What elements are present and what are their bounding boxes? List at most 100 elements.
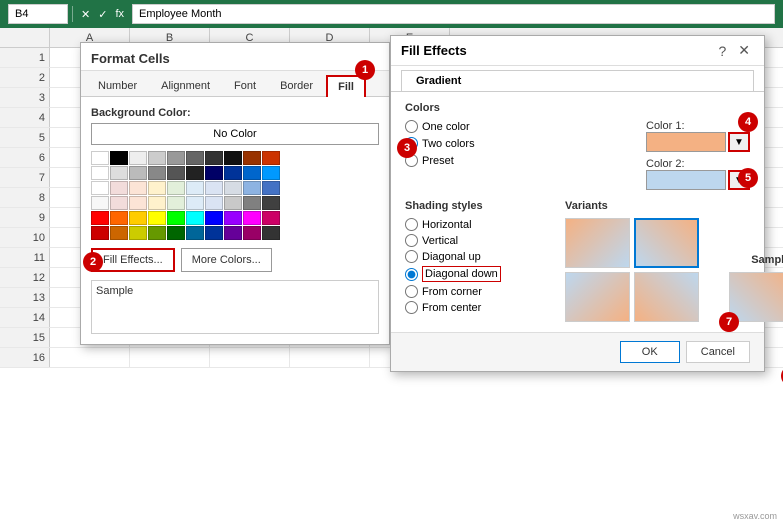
color-swatch[interactable] <box>243 181 261 195</box>
color-swatch[interactable] <box>243 226 261 240</box>
color-swatch[interactable] <box>186 166 204 180</box>
color-swatch[interactable] <box>243 166 261 180</box>
color-swatch[interactable] <box>129 181 147 195</box>
fill-effects-button[interactable]: Fill Effects... <box>91 248 175 272</box>
color-swatch[interactable] <box>110 211 128 225</box>
from-center-radio[interactable] <box>405 301 418 314</box>
color-swatch[interactable] <box>148 166 166 180</box>
one-color-radio[interactable] <box>405 120 418 133</box>
color-swatch[interactable] <box>148 211 166 225</box>
color-swatch[interactable] <box>205 226 223 240</box>
one-color-option[interactable]: One color <box>405 120 475 133</box>
color-swatch[interactable] <box>262 166 280 180</box>
color-swatch[interactable] <box>167 166 185 180</box>
diagonal-up-radio[interactable] <box>405 250 418 263</box>
close-button[interactable]: ✕ <box>734 42 754 59</box>
color-swatch[interactable] <box>205 181 223 195</box>
diagonal-down-radio[interactable] <box>405 268 418 281</box>
color-swatch[interactable] <box>167 196 185 210</box>
color-swatch[interactable] <box>167 226 185 240</box>
color-swatch[interactable] <box>91 166 109 180</box>
color-swatch[interactable] <box>91 226 109 240</box>
color-swatch[interactable] <box>186 151 204 165</box>
color-swatch[interactable] <box>148 226 166 240</box>
from-center-option[interactable]: From center <box>405 301 545 314</box>
cancel-dialog-button[interactable]: Cancel <box>686 341 750 363</box>
diagonal-up-option[interactable]: Diagonal up <box>405 250 545 263</box>
color-swatch[interactable] <box>110 181 128 195</box>
color-swatch[interactable] <box>224 226 242 240</box>
color-swatch[interactable] <box>224 151 242 165</box>
confirm-button[interactable]: ✓ <box>94 6 111 23</box>
color-swatch[interactable] <box>91 181 109 195</box>
color-swatch[interactable] <box>262 151 280 165</box>
color-swatch[interactable] <box>224 166 242 180</box>
color-swatch[interactable] <box>129 166 147 180</box>
color-swatch[interactable] <box>243 211 261 225</box>
color-swatch[interactable] <box>91 151 109 165</box>
tab-alignment[interactable]: Alignment <box>150 75 221 96</box>
color-swatch[interactable] <box>243 151 261 165</box>
horizontal-radio[interactable] <box>405 218 418 231</box>
color1-dropdown-button[interactable]: ▼ <box>728 132 750 152</box>
color-swatch[interactable] <box>148 181 166 195</box>
color-swatch[interactable] <box>91 211 109 225</box>
cancel-button[interactable]: ✕ <box>77 6 94 23</box>
color-swatch[interactable] <box>167 181 185 195</box>
color-swatch[interactable] <box>167 211 185 225</box>
color-swatch[interactable] <box>205 151 223 165</box>
variant-2[interactable] <box>634 218 699 268</box>
color-swatch[interactable] <box>224 211 242 225</box>
color-swatch[interactable] <box>110 196 128 210</box>
color-swatch[interactable] <box>110 166 128 180</box>
variant-3[interactable] <box>565 272 630 322</box>
color-swatch[interactable] <box>186 181 204 195</box>
cell-reference-box[interactable] <box>8 4 68 24</box>
color-swatch[interactable] <box>186 196 204 210</box>
color-swatch[interactable] <box>262 181 280 195</box>
color-swatch[interactable] <box>129 211 147 225</box>
more-colors-button[interactable]: More Colors... <box>181 248 272 272</box>
color-swatch[interactable] <box>262 196 280 210</box>
preset-option[interactable]: Preset <box>405 154 475 167</box>
color-swatch[interactable] <box>167 151 185 165</box>
color-swatch[interactable] <box>205 166 223 180</box>
color-swatch[interactable] <box>148 196 166 210</box>
tab-font[interactable]: Font <box>223 75 267 96</box>
from-center-label: From center <box>422 302 481 314</box>
color-swatch[interactable] <box>224 181 242 195</box>
color-swatch[interactable] <box>262 226 280 240</box>
formula-bar[interactable] <box>132 4 775 24</box>
color-swatch[interactable] <box>205 211 223 225</box>
format-cells-tabs[interactable]: Number Alignment Font Border Fill <box>81 71 389 97</box>
horizontal-option[interactable]: Horizontal <box>405 218 545 231</box>
color-swatch[interactable] <box>186 211 204 225</box>
tab-border[interactable]: Border <box>269 75 324 96</box>
color-swatch[interactable] <box>186 226 204 240</box>
color-swatch[interactable] <box>224 196 242 210</box>
vertical-option[interactable]: Vertical <box>405 234 545 247</box>
vertical-radio[interactable] <box>405 234 418 247</box>
color-swatch[interactable] <box>129 196 147 210</box>
color2-control: ▼ <box>646 170 750 190</box>
variant-1[interactable] <box>565 218 630 268</box>
no-color-button[interactable]: No Color <box>91 123 379 145</box>
from-corner-option[interactable]: From corner <box>405 285 545 298</box>
color-swatch[interactable] <box>205 196 223 210</box>
color-swatch[interactable] <box>110 151 128 165</box>
tab-number[interactable]: Number <box>87 75 148 96</box>
color-swatch[interactable] <box>262 211 280 225</box>
color-swatch[interactable] <box>243 196 261 210</box>
ok-button[interactable]: OK <box>620 341 680 363</box>
variant-4[interactable] <box>634 272 699 322</box>
color-swatch[interactable] <box>110 226 128 240</box>
tab-gradient[interactable]: Gradient <box>401 70 754 91</box>
diagonal-down-option[interactable]: Diagonal down <box>405 266 545 282</box>
color-swatch[interactable] <box>148 151 166 165</box>
one-color-label: One color <box>422 121 470 133</box>
help-button[interactable]: ? <box>714 42 730 59</box>
color-swatch[interactable] <box>129 151 147 165</box>
from-corner-radio[interactable] <box>405 285 418 298</box>
color-swatch[interactable] <box>129 226 147 240</box>
color-swatch[interactable] <box>91 196 109 210</box>
